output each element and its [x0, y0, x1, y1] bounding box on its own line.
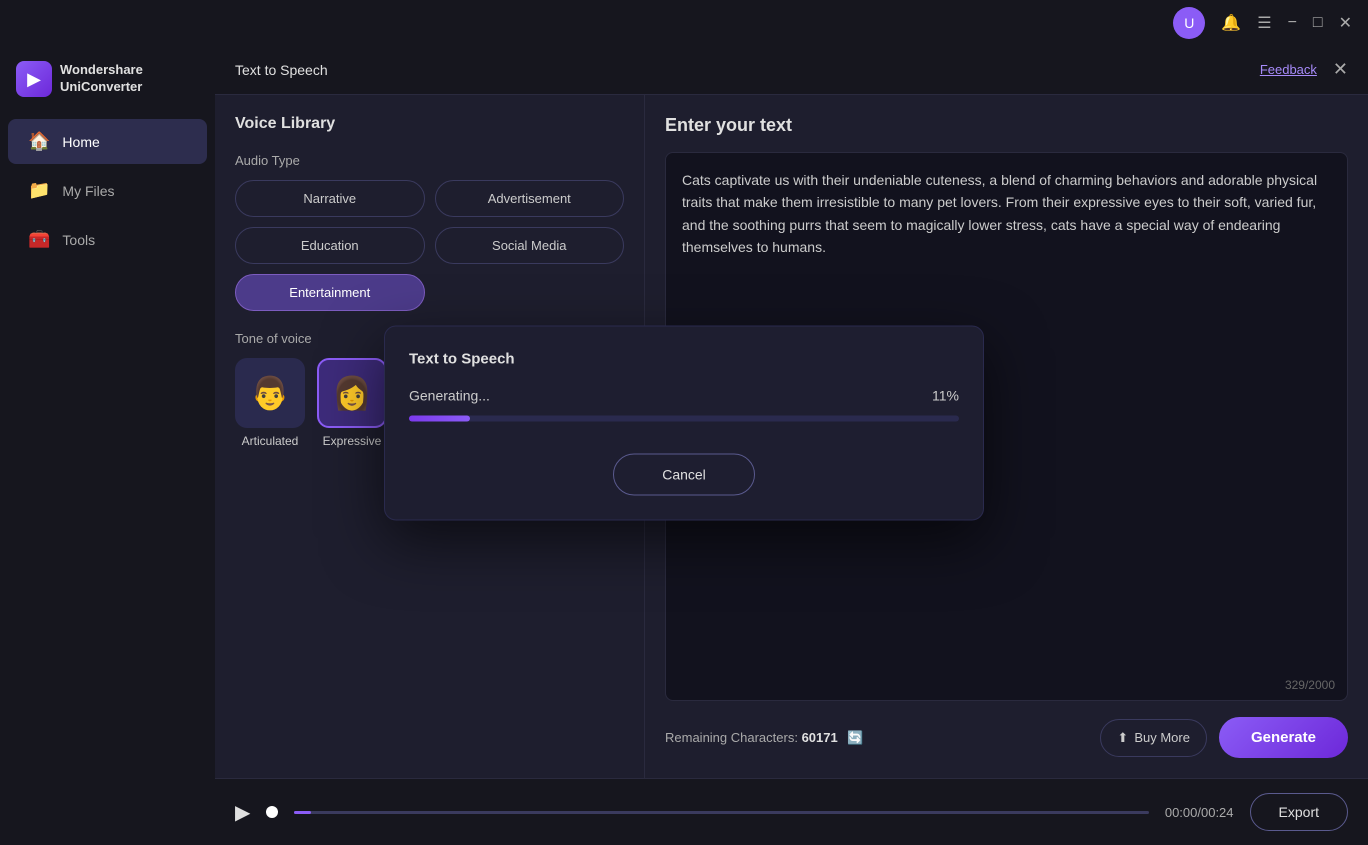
files-icon: 📁: [28, 180, 50, 201]
audio-type-label: Audio Type: [235, 153, 624, 168]
app-logo: ▶ Wondershare UniConverter: [0, 61, 215, 117]
tts-close-button[interactable]: ✕: [1333, 59, 1348, 80]
notification-icon[interactable]: 🔔: [1221, 13, 1241, 33]
action-buttons: ⬆ Buy More Generate: [1100, 717, 1348, 758]
close-window-button[interactable]: ✕: [1339, 13, 1352, 33]
tone-expressive-label: Expressive: [323, 434, 382, 448]
audio-type-entertainment[interactable]: Entertainment: [235, 274, 425, 311]
cancel-button[interactable]: Cancel: [613, 453, 755, 495]
sidebar-item-home-label: Home: [62, 134, 99, 150]
progress-track[interactable]: [294, 811, 1148, 814]
text-content: Cats captivate us with their undeniable …: [682, 169, 1331, 259]
home-icon: 🏠: [28, 131, 50, 152]
sidebar-item-tools-label: Tools: [62, 232, 95, 248]
audio-type-education[interactable]: Education: [235, 227, 425, 264]
expressive-avatar-face: 👩: [319, 360, 385, 426]
tools-icon: 🧰: [28, 229, 50, 250]
sidebar-item-tools[interactable]: 🧰 Tools: [8, 217, 207, 262]
play-button[interactable]: ▶: [235, 800, 250, 825]
title-bar: U 🔔 ☰ − □ ✕: [0, 0, 1368, 45]
time-display: 00:00/00:24: [1165, 805, 1234, 820]
buy-more-button[interactable]: ⬆ Buy More: [1100, 719, 1207, 757]
progress-fill: [294, 811, 311, 814]
remaining-chars: Remaining Characters: 60171 🔄: [665, 730, 864, 746]
tts-header-right: Feedback ✕: [1260, 59, 1348, 80]
tone-articulated-label: Articulated: [242, 434, 299, 448]
tone-articulated-avatar: 👨: [235, 358, 305, 428]
title-bar-controls: U 🔔 ☰ − □ ✕: [1173, 7, 1352, 39]
tone-articulated[interactable]: 👨 Articulated: [235, 358, 305, 448]
minimize-button[interactable]: −: [1288, 14, 1297, 32]
sidebar-item-myfiles-label: My Files: [62, 183, 114, 199]
audio-type-social-media[interactable]: Social Media: [435, 227, 625, 264]
generating-percentage: 11%: [932, 387, 959, 403]
buy-more-label: Buy More: [1134, 730, 1190, 745]
popup-title: Text to Speech: [409, 350, 959, 367]
tts-dialog-title: Text to Speech: [235, 62, 328, 78]
tone-expressive[interactable]: 👩 Expressive: [317, 358, 387, 448]
audio-type-grid: Narrative Advertisement Education Social…: [235, 180, 624, 311]
export-button[interactable]: Export: [1250, 793, 1348, 831]
remaining-chars-value: 60171: [802, 730, 838, 745]
generating-text: Generating...: [409, 387, 490, 403]
generating-row: Generating... 11%: [409, 387, 959, 403]
audio-type-narrative[interactable]: Narrative: [235, 180, 425, 217]
generating-popup: Text to Speech Generating... 11% Cancel: [384, 325, 984, 520]
maximize-button[interactable]: □: [1313, 14, 1323, 32]
logo-text: Wondershare UniConverter: [60, 62, 143, 96]
menu-icon[interactable]: ☰: [1257, 13, 1271, 33]
char-count: 329/2000: [1285, 678, 1335, 692]
sidebar-item-home[interactable]: 🏠 Home: [8, 119, 207, 164]
progress-dot[interactable]: [266, 806, 278, 818]
text-actions: Remaining Characters: 60171 🔄 ⬆ Buy More…: [665, 717, 1348, 758]
tts-dialog-header: Text to Speech Feedback ✕: [215, 45, 1368, 95]
generate-button[interactable]: Generate: [1219, 717, 1348, 758]
articulated-avatar-face: 👨: [237, 360, 303, 426]
enter-text-title: Enter your text: [665, 115, 1348, 136]
user-avatar-icon[interactable]: U: [1173, 7, 1205, 39]
player-bar: ▶ 00:00/00:24 Export: [215, 778, 1368, 845]
upload-icon: ⬆: [1117, 730, 1128, 746]
audio-type-advertisement[interactable]: Advertisement: [435, 180, 625, 217]
sidebar: ▶ Wondershare UniConverter 🏠 Home 📁 My F…: [0, 45, 215, 845]
tone-expressive-avatar: 👩: [317, 358, 387, 428]
remaining-chars-label: Remaining Characters:: [665, 730, 798, 745]
logo-icon: ▶: [16, 61, 52, 97]
sidebar-item-myfiles[interactable]: 📁 My Files: [8, 168, 207, 213]
voice-library-title: Voice Library: [235, 115, 624, 133]
popup-progress-track: [409, 415, 959, 421]
feedback-link[interactable]: Feedback: [1260, 62, 1317, 77]
popup-progress-fill: [409, 415, 470, 421]
refresh-icon[interactable]: 🔄: [847, 730, 863, 745]
